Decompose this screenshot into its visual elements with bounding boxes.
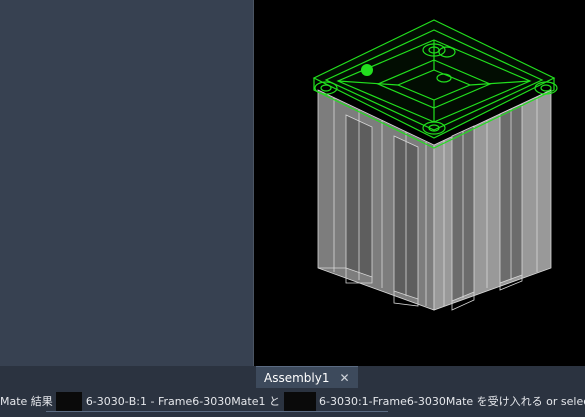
status-text-part1: Mate 結果 bbox=[0, 395, 53, 408]
tab-label: Assembly1 bbox=[264, 371, 330, 385]
3d-viewport[interactable] bbox=[253, 0, 585, 366]
close-icon[interactable]: ✕ bbox=[339, 367, 349, 389]
redacted-block bbox=[283, 392, 316, 412]
status-bar: Mate 結果 6-3030-B:1 - Frame6-3030Mate1 と … bbox=[0, 388, 585, 417]
status-divider bbox=[46, 411, 388, 412]
status-text-part2: 6-3030-B:1 - Frame6-3030Mate1 と bbox=[85, 395, 280, 408]
model-view[interactable] bbox=[254, 0, 585, 366]
document-tab-strip: Assembly1 ✕ bbox=[253, 366, 585, 389]
left-panel bbox=[0, 0, 253, 366]
mate-point-marker[interactable] bbox=[361, 64, 373, 76]
tab-assembly1[interactable]: Assembly1 ✕ bbox=[256, 366, 358, 389]
status-text-part3: 6-3030:1-Frame6-3030Mate を受け入れる or selec… bbox=[319, 395, 585, 408]
redacted-block bbox=[56, 392, 83, 412]
